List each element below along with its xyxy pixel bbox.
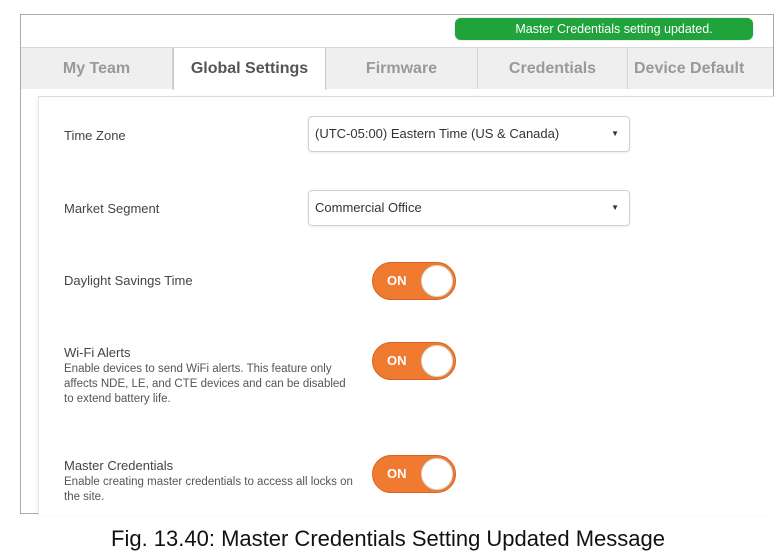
tab-my-team[interactable]: My Team — [21, 48, 173, 89]
chevron-down-icon: ▼ — [611, 203, 619, 212]
toggle-knob — [421, 265, 453, 297]
settings-panel — [38, 96, 775, 515]
time-zone-value: (UTC-05:00) Eastern Time (US & Canada) — [315, 126, 560, 141]
wifi-alerts-description: Enable devices to send WiFi alerts. This… — [64, 363, 346, 405]
tab-firmware[interactable]: Firmware — [326, 48, 478, 89]
daylight-savings-label: Daylight Savings Time — [64, 273, 193, 288]
success-toast: Master Credentials setting updated. — [455, 18, 753, 40]
tab-bar: My Team Global Settings Firmware Credent… — [21, 47, 776, 90]
toggle-knob — [421, 458, 453, 490]
market-segment-value: Commercial Office — [315, 200, 422, 215]
toggle-state-label: ON — [387, 273, 407, 288]
master-credentials-toggle[interactable]: ON — [372, 455, 456, 493]
toggle-state-label: ON — [387, 353, 407, 368]
daylight-savings-toggle[interactable]: ON — [372, 262, 456, 300]
wifi-alerts-label: Wi-Fi Alerts — [64, 345, 131, 360]
time-zone-select[interactable]: (UTC-05:00) Eastern Time (US & Canada) ▼ — [308, 116, 630, 152]
tab-global-settings[interactable]: Global Settings — [173, 48, 326, 90]
tab-device-defaults[interactable]: Device Default — [628, 48, 776, 89]
toggle-knob — [421, 345, 453, 377]
tab-credentials[interactable]: Credentials — [478, 48, 628, 89]
time-zone-label: Time Zone — [64, 128, 126, 143]
toggle-state-label: ON — [387, 466, 407, 481]
chevron-down-icon: ▼ — [611, 129, 619, 138]
wifi-alerts-toggle[interactable]: ON — [372, 342, 456, 380]
figure-caption: Fig. 13.40: Master Credentials Setting U… — [0, 519, 776, 558]
master-credentials-label: Master Credentials — [64, 458, 174, 473]
market-segment-select[interactable]: Commercial Office ▼ — [308, 190, 630, 226]
market-segment-label: Market Segment — [64, 201, 160, 216]
master-credentials-description: Enable creating master credentials to ac… — [64, 476, 353, 503]
